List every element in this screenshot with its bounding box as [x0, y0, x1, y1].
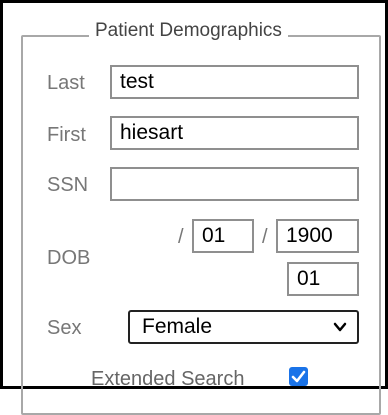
- sex-label: Sex: [47, 317, 82, 339]
- last-name-input[interactable]: [110, 65, 359, 99]
- extended-search-label: Extended Search: [91, 368, 245, 390]
- dob-month-input[interactable]: [192, 219, 254, 253]
- sex-select[interactable]: Female: [128, 310, 359, 344]
- ssn-label: SSN: [47, 174, 89, 196]
- sex-select-value: Female: [142, 315, 213, 338]
- last-name-label: Last: [47, 72, 85, 94]
- chevron-down-icon: [333, 322, 347, 332]
- dob-day-input[interactable]: [287, 262, 359, 296]
- dob-separator-1: /: [178, 226, 184, 248]
- dob-label: DOB: [47, 247, 91, 269]
- dob-year-input[interactable]: [276, 219, 359, 253]
- first-name-label: First: [47, 124, 86, 146]
- panel-title: Patient Demographics: [89, 19, 288, 43]
- demographics-window: Patient Demographics Last First SSN DOB …: [0, 0, 388, 415]
- checkmark-icon: [291, 370, 306, 383]
- dob-separator-2: /: [262, 226, 268, 248]
- extended-search-checkbox[interactable]: [289, 367, 308, 386]
- ssn-input[interactable]: [110, 167, 359, 201]
- first-name-input[interactable]: [110, 116, 359, 150]
